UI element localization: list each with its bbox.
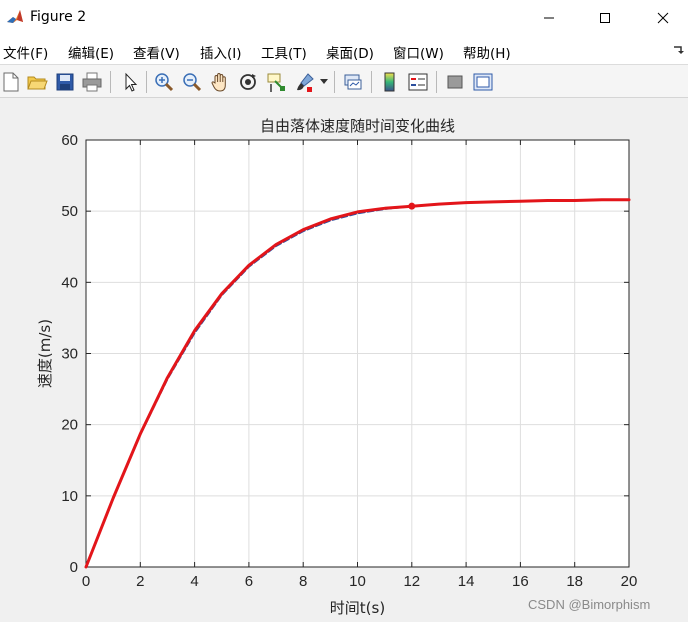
new-figure-icon[interactable]	[0, 71, 22, 93]
menu-bar: 文件(F) 编辑(E) 查看(V) 插入(I) 工具(T) 桌面(D) 窗口(W…	[0, 36, 688, 64]
zoom-in-icon[interactable]	[153, 71, 175, 93]
maximize-icon	[600, 13, 610, 23]
menu-insert[interactable]: 插入(I)	[200, 42, 242, 62]
print-icon[interactable]	[81, 71, 103, 93]
brush-dropdown-icon[interactable]	[320, 79, 328, 85]
x-tick-label: 12	[403, 573, 420, 590]
minimize-icon	[544, 17, 554, 19]
data-point-marker[interactable]	[408, 202, 416, 210]
chart-title: 自由落体速度随时间变化曲线	[260, 117, 455, 135]
menu-help[interactable]: 帮助(H)	[463, 42, 511, 62]
rotate-3d-icon[interactable]	[237, 71, 259, 93]
x-tick-label: 2	[136, 573, 144, 590]
x-axis-label: 时间t(s)	[330, 599, 385, 617]
y-tick-label: 10	[61, 488, 78, 505]
x-tick-label: 8	[299, 573, 307, 590]
menu-window[interactable]: 窗口(W)	[393, 42, 444, 62]
data-cursor-icon[interactable]	[265, 71, 287, 93]
pointer-icon[interactable]	[119, 71, 141, 93]
y-tick-label: 50	[61, 203, 78, 220]
figure-toolbar	[0, 64, 688, 98]
x-tick-label: 20	[621, 573, 638, 590]
window-title: Figure 2	[30, 9, 87, 25]
toolbar-separator	[146, 71, 147, 93]
y-tick-label: 40	[61, 274, 78, 291]
x-tick-label: 18	[566, 573, 583, 590]
x-tick-label: 6	[245, 573, 253, 590]
toolbar-separator	[436, 71, 437, 93]
x-tick-label: 16	[512, 573, 529, 590]
open-file-icon[interactable]	[26, 71, 48, 93]
colorbar-icon[interactable]	[379, 71, 401, 93]
x-tick-label: 14	[458, 573, 475, 590]
legend-icon[interactable]	[407, 71, 429, 93]
show-plot-tools-icon[interactable]	[472, 71, 494, 93]
maximize-button[interactable]	[582, 0, 628, 36]
close-button[interactable]	[640, 0, 686, 36]
zoom-out-icon[interactable]	[181, 71, 203, 93]
y-tick-label: 0	[70, 559, 78, 576]
hide-plot-tools-icon[interactable]	[444, 71, 466, 93]
close-icon	[657, 12, 669, 24]
save-icon[interactable]	[54, 71, 76, 93]
y-tick-label: 60	[61, 132, 78, 149]
menu-tools[interactable]: 工具(T)	[261, 42, 307, 62]
y-axis-label: 速度(m/s)	[36, 319, 54, 388]
y-tick-label: 20	[61, 417, 78, 434]
x-tick-label: 4	[190, 573, 198, 590]
toolbar-separator	[371, 71, 372, 93]
title-bar: Figure 2	[0, 0, 688, 36]
matlab-logo-icon	[5, 7, 25, 27]
minimize-button[interactable]	[526, 0, 572, 36]
link-plot-icon[interactable]	[342, 71, 364, 93]
menu-edit[interactable]: 编辑(E)	[68, 42, 114, 62]
menu-file[interactable]: 文件(F)	[3, 42, 48, 62]
x-tick-label: 0	[82, 573, 90, 590]
toolbar-separator	[110, 71, 111, 93]
dock-arrow-icon[interactable]	[672, 44, 684, 56]
menu-view[interactable]: 查看(V)	[133, 42, 180, 62]
pan-hand-icon[interactable]	[209, 71, 231, 93]
x-tick-label: 10	[349, 573, 366, 590]
watermark-text: CSDN @Bimorphism	[528, 597, 651, 612]
brush-icon[interactable]	[294, 71, 316, 93]
menu-desktop[interactable]: 桌面(D)	[326, 42, 374, 62]
figure-canvas[interactable]: 0 2 4 6 8 10 12 14 16 18 20 0 10 20 30 40 50 60 自由落体速度随时间变…	[0, 98, 688, 622]
y-tick-label: 30	[61, 346, 78, 363]
toolbar-separator	[334, 71, 335, 93]
line-chart[interactable]: 0 2 4 6 8 10 12 14 16 18 20 0 10 20 30 40 50 60 自由落体速度随时间变…	[0, 98, 688, 622]
